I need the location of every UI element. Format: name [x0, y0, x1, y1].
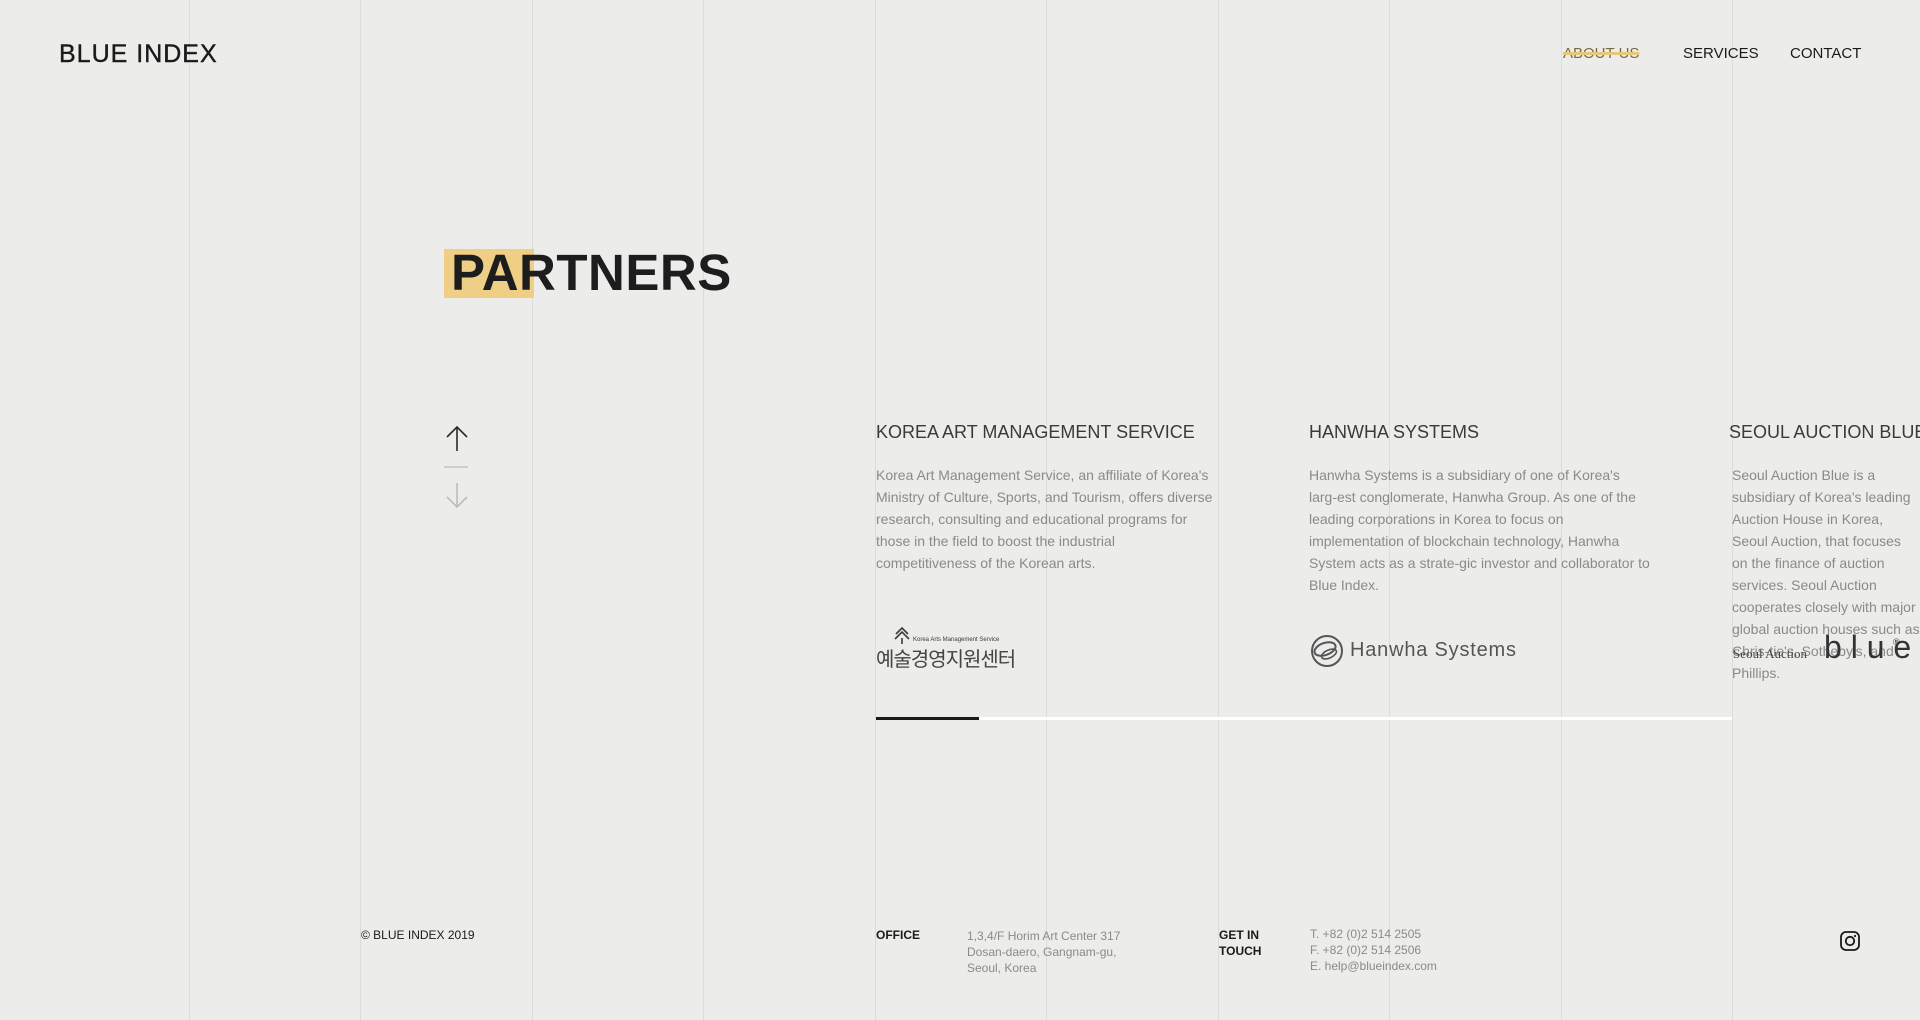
carousel-progress: [876, 717, 979, 720]
copyright: © BLUE INDEX 2019: [361, 928, 475, 942]
contact-label-line: GET IN: [1219, 928, 1260, 942]
arrow-up-icon[interactable]: [444, 424, 470, 452]
page-title-wrap: PARTNERS: [444, 244, 732, 302]
partner-description-kams: Korea Art Management Service, an affilia…: [876, 467, 1213, 571]
kams-logo-text: 예술경영지원센터: [876, 647, 1016, 671]
partner-name-seoul-auction: SEOUL AUCTION BLUE: [1729, 422, 1920, 442]
grid-line: [189, 0, 190, 1020]
office-address-line: Seoul, Korea: [967, 961, 1037, 975]
contact-label-line: TOUCH: [1219, 944, 1262, 958]
grid-line: [360, 0, 361, 1020]
office-address-line: Dosan-daero, Gangnam-gu,: [967, 945, 1117, 959]
office-label: OFFICE: [876, 928, 920, 942]
arrow-down-icon[interactable]: [444, 482, 470, 510]
arrow-separator: [444, 466, 468, 468]
grid-line: [1218, 0, 1219, 1020]
contact-label: GET IN TOUCH: [1219, 927, 1261, 959]
seoul-auction-blue-logo: Seoul Auction b l u e ®: [1733, 617, 1920, 679]
office-address-line: 1,3,4/F Horim Art Center 317: [967, 929, 1121, 943]
hanwha-swirl-icon: [1311, 635, 1343, 667]
partner-name-hanwha: HANWHA SYSTEMS: [1309, 422, 1480, 442]
contact-phone[interactable]: T. +82 (0)2 514 2505: [1310, 926, 1437, 942]
grid-line: [532, 0, 533, 1020]
nav-about-us[interactable]: ABOUT US: [1563, 45, 1639, 62]
office-address: 1,3,4/F Horim Art Center 317 Dosan-daero…: [967, 928, 1120, 976]
tree-icon: [894, 626, 910, 644]
contact-email[interactable]: E. help@blueindex.com: [1310, 958, 1437, 974]
hanwha-logo-text: Hanwha Systems: [1350, 639, 1517, 661]
blue-logo-text: b l u e: [1824, 629, 1912, 665]
page-title: PARTNERS: [451, 244, 732, 301]
seoul-auction-logo-subtext: Seoul Auction: [1733, 646, 1808, 661]
partner-description-hanwha: Hanwha Systems is a subsidiary of one of…: [1309, 467, 1650, 593]
instagram-icon[interactable]: [1840, 931, 1860, 951]
carousel-track[interactable]: [876, 717, 1732, 720]
hanwha-logo: Hanwha Systems: [1309, 633, 1534, 669]
nav-services[interactable]: SERVICES: [1683, 45, 1759, 62]
registered-mark: ®: [1893, 637, 1900, 647]
contact-fax: F. +82 (0)2 514 2506: [1310, 943, 1422, 957]
site-logo[interactable]: BLUE INDEX: [59, 40, 218, 69]
grid-line: [703, 0, 704, 1020]
kams-logo: Korea Arts Management Service 예술경영지원센터: [876, 626, 1021, 671]
nav-contact[interactable]: CONTACT: [1790, 45, 1861, 62]
partner-name-kams: KOREA ART MANAGEMENT SERVICE: [876, 422, 1195, 442]
contact-details: T. +82 (0)2 514 2505 F. +82 (0)2 514 250…: [1310, 926, 1437, 974]
